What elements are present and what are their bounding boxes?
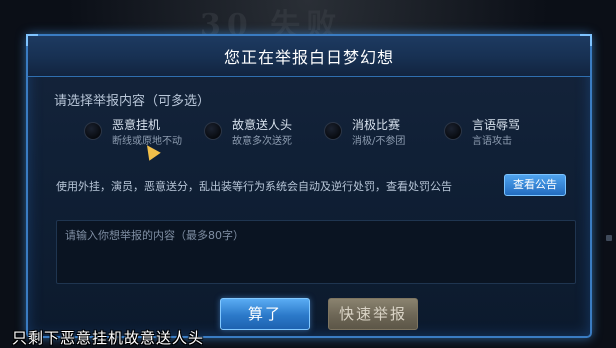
background-marker (606, 235, 612, 241)
dialog-header: 您正在举报白日梦幻想 (28, 36, 590, 77)
input-placeholder: 请输入你想举报的内容（最多80字） (65, 229, 244, 242)
option-negative-play[interactable]: 消极比赛 消极/不参团 (324, 116, 434, 148)
report-content-input[interactable]: 请输入你想举报的内容（最多80字） (56, 220, 576, 284)
option-verbal-abuse[interactable]: 言语辱骂 言语攻击 (444, 116, 554, 148)
checkbox-negative-play[interactable] (324, 122, 342, 140)
quick-report-button[interactable]: 快速举报 (328, 298, 418, 330)
option-idle[interactable]: 恶意挂机 断线或原地不动 (84, 116, 194, 148)
option-sublabel: 言语攻击 (472, 136, 512, 147)
option-feeding[interactable]: 故意送人头 故意多次送死 (204, 116, 314, 148)
view-announcement-button[interactable]: 查看公告 (504, 174, 566, 196)
option-sublabel: 故意多次送死 (232, 136, 292, 147)
cancel-button[interactable]: 算了 (220, 298, 310, 330)
report-prompt: 请选择举报内容（可多选） (54, 94, 211, 109)
background-result-banner: 30 失败 (200, 8, 343, 43)
report-dialog: 您正在举报白日梦幻想 请选择举报内容（可多选） 恶意挂机 断线或原地不动 故意送… (26, 34, 592, 338)
checkbox-feeding[interactable] (204, 122, 222, 140)
checkbox-verbal-abuse[interactable] (444, 122, 462, 140)
option-label: 故意送人头 (232, 118, 293, 132)
option-label: 言语辱骂 (472, 118, 521, 132)
checkbox-idle[interactable] (84, 122, 102, 140)
option-sublabel: 消极/不参团 (352, 136, 406, 147)
dialog-title: 您正在举报白日梦幻想 (223, 48, 394, 67)
penalty-notice: 使用外挂，演员，恶意送分，乱出装等行为系统会自动及逆行处罚，查看处罚公告 (56, 180, 452, 193)
option-label: 恶意挂机 (112, 118, 161, 132)
option-label: 消极比赛 (352, 118, 401, 132)
